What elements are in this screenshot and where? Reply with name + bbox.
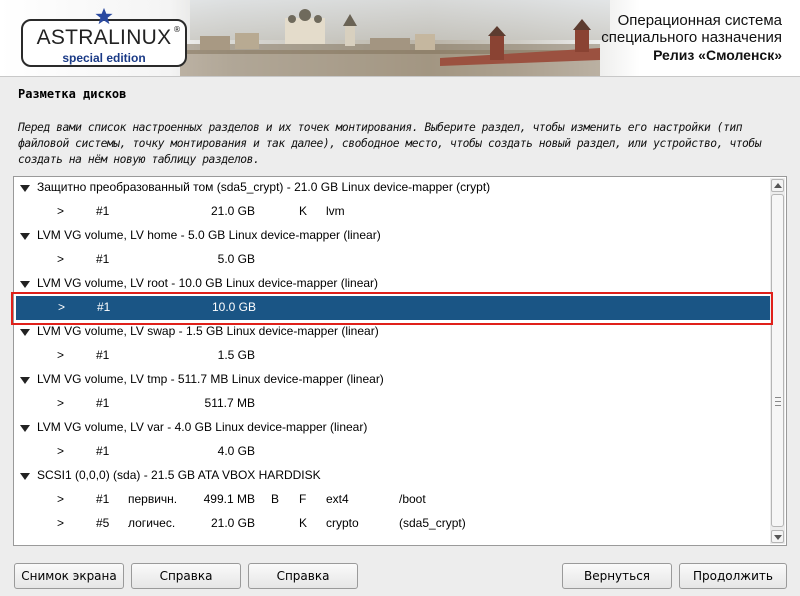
continue-button[interactable]: Продолжить [679, 563, 787, 589]
partition-row[interactable]: > #1 1.5 GB [15, 344, 769, 368]
partition-filesystem: ext4 [326, 492, 349, 506]
partition-number: #1 [96, 396, 110, 410]
partition-row[interactable]: > #1 511.7 MB [15, 392, 769, 416]
partition-size: 499.1 MB [203, 492, 255, 506]
expand-triangle-icon [20, 185, 30, 192]
back-button[interactable]: Вернуться [562, 563, 672, 589]
partition-number: #5 [96, 516, 110, 530]
row-arrow: > [57, 204, 65, 218]
device-label: SCSI1 (0,0,0) (sda) - 21.5 GB ATA VBOX H… [37, 468, 321, 482]
partition-size: 10.0 GB [211, 300, 256, 314]
smolensk-panorama-image [180, 9, 600, 76]
device-row[interactable]: LVM VG volume, LV root - 10.0 GB Linux d… [15, 272, 769, 296]
partition-row[interactable]: > #1 21.0 GB Klvm [15, 200, 769, 224]
row-arrow: > [57, 516, 65, 530]
device-row[interactable]: Защитно преобразованный том (sda5_crypt)… [15, 177, 769, 200]
os-title-line2: специального назначения [601, 29, 782, 46]
arrow-up-icon [774, 183, 782, 188]
device-row[interactable]: LVM VG volume, LV var - 4.0 GB Linux dev… [15, 416, 769, 440]
banner-divider [0, 76, 800, 77]
page-description: Перед вами список настроенных разделов и… [18, 121, 762, 166]
help-button[interactable]: Справка [131, 563, 241, 589]
partition-number: #1 [96, 348, 110, 362]
partition-size: 4.0 GB [217, 444, 255, 458]
device-label: LVM VG volume, LV var - 4.0 GB Linux dev… [37, 420, 368, 434]
partition-row[interactable]: > #5 логичес. 21.0 GB Kcrypto (sda5_crypt) [15, 512, 769, 536]
grip-icon [775, 397, 781, 406]
list-scrollbar[interactable] [770, 178, 785, 544]
device-row[interactable]: LVM VG volume, LV tmp - 511.7 MB Linux d… [15, 368, 769, 392]
partition-number: #1 [96, 492, 110, 506]
expand-triangle-icon [20, 281, 30, 288]
device-row[interactable]: SCSI1 (0,0,0) (sda) - 21.5 GB ATA VBOX H… [15, 464, 769, 488]
logo-subtitle: special edition [62, 51, 146, 65]
device-label: LVM VG volume, LV tmp - 511.7 MB Linux d… [37, 372, 384, 386]
partition-row[interactable]: > #1 5.0 GB [15, 248, 769, 272]
expand-triangle-icon [20, 329, 30, 336]
scrollbar-thumb[interactable] [771, 194, 784, 527]
screenshot-button[interactable]: Снимок экрана [14, 563, 124, 589]
partition-size: 511.7 MB [204, 396, 255, 410]
partition-row-selected[interactable]: > #1 10.0 GB [16, 296, 770, 320]
logo-registered-mark: ® [173, 25, 181, 34]
partition-size: 21.0 GB [210, 516, 255, 530]
row-arrow: > [57, 444, 65, 458]
partition-mount-point: (sda5_crypt) [399, 516, 466, 530]
partition-size: 5.0 GB [217, 252, 255, 266]
os-title: Операционная система специального назнач… [601, 12, 782, 46]
scroll-up-button[interactable] [771, 179, 784, 192]
device-label: Защитно преобразованный том (sda5_crypt)… [37, 180, 491, 194]
row-arrow: > [57, 396, 65, 410]
expand-triangle-icon [20, 233, 30, 240]
help-button-2[interactable]: Справка [248, 563, 358, 589]
partition-list[interactable]: Защитно преобразованный том (sda5_crypt)… [13, 176, 787, 546]
row-arrow: > [58, 300, 66, 314]
partition-row[interactable]: > #1 первичн. 499.1 MB B Fext4/boot [15, 488, 769, 512]
partition-mount-point: /boot [399, 492, 426, 506]
device-label: LVM VG volume, LV swap - 1.5 GB Linux de… [37, 324, 379, 338]
partition-filesystem: lvm [326, 204, 345, 218]
partition-flag-2: K [299, 516, 308, 530]
page-title: Разметка дисков [18, 87, 127, 101]
star-icon [95, 7, 113, 25]
expand-triangle-icon [20, 425, 30, 432]
partition-size: 1.5 GB [217, 348, 255, 362]
partition-number: #1 [97, 300, 111, 314]
partition-size: 21.0 GB [210, 204, 255, 218]
partition-flag-1: B [271, 492, 280, 506]
device-label: LVM VG volume, LV root - 10.0 GB Linux d… [37, 276, 379, 290]
partition-filesystem: crypto [326, 516, 359, 530]
device-row[interactable]: LVM VG volume, LV swap - 1.5 GB Linux de… [15, 320, 769, 344]
row-arrow: > [57, 252, 65, 266]
os-title-line1: Операционная система [617, 12, 782, 29]
scroll-down-button[interactable] [771, 530, 784, 543]
partition-number: #1 [96, 444, 110, 458]
logo-text: ASTRALINUX [36, 26, 172, 49]
partition-flag-2: K [299, 204, 308, 218]
row-arrow: > [57, 492, 65, 506]
partition-type: первичн. [128, 492, 178, 506]
expand-triangle-icon [20, 377, 30, 384]
expand-triangle-icon [20, 473, 30, 480]
arrow-down-icon [774, 535, 782, 540]
partition-flag-2: F [299, 492, 307, 506]
device-row[interactable]: LVM VG volume, LV home - 5.0 GB Linux de… [15, 224, 769, 248]
row-arrow: > [57, 348, 65, 362]
device-label: LVM VG volume, LV home - 5.0 GB Linux de… [37, 228, 381, 242]
partition-number: #1 [96, 204, 110, 218]
astralinux-logo: ASTRALINUX ® special edition [21, 7, 187, 67]
header-banner: ASTRALINUX ® special edition Операционна… [0, 0, 800, 76]
partition-row[interactable]: > #1 4.0 GB [15, 440, 769, 464]
partition-type: логичес. [128, 516, 176, 530]
partition-number: #1 [96, 252, 110, 266]
release-name: Релиз «Смоленск» [653, 47, 782, 63]
